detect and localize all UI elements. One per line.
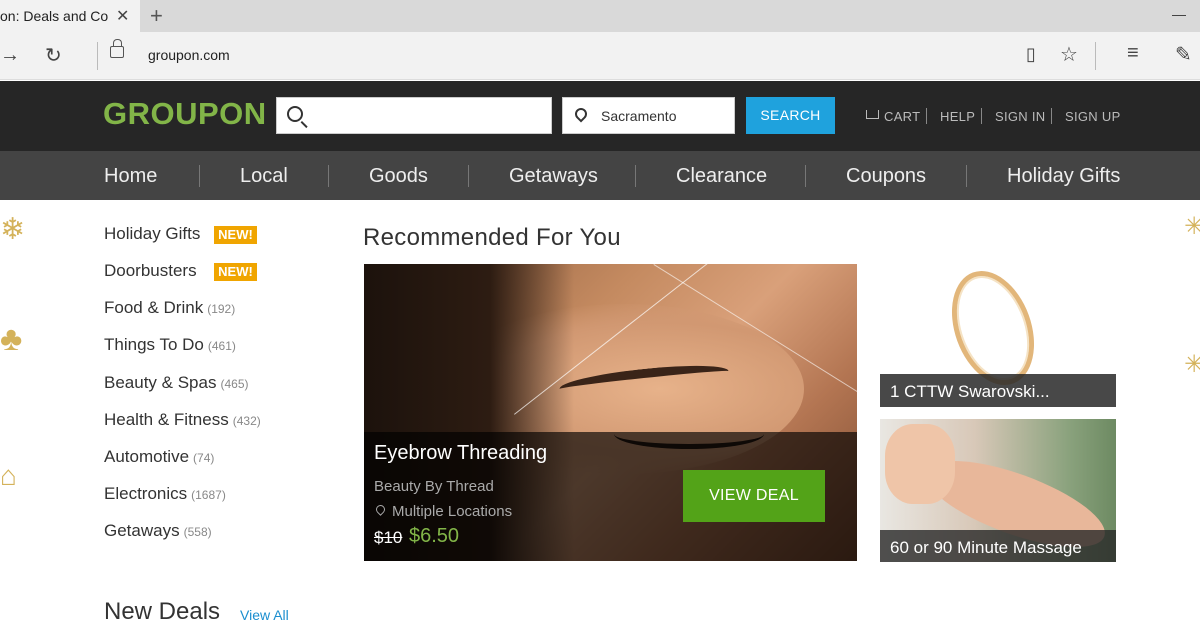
sidebar-item-label: Food & Drink [104, 298, 204, 317]
search-input[interactable] [276, 97, 552, 134]
massage-image [885, 424, 955, 504]
new-badge: NEW! [214, 263, 257, 281]
item-count: (74) [193, 451, 215, 465]
reading-view-icon[interactable]: ▯ [1026, 44, 1036, 65]
search-button[interactable]: SEARCH [746, 97, 835, 134]
deal-card-title[interactable]: 1 CTTW Swarovski... [890, 382, 1050, 402]
sidebar-item-health-fitness[interactable]: Health & Fitness (432) [104, 410, 261, 430]
original-price: $10 [374, 528, 403, 547]
divider [926, 108, 927, 124]
tree-ornament-icon: ♣ [0, 320, 23, 358]
item-count: (558) [183, 525, 212, 539]
tab-title: on: Deals and Cou [0, 8, 108, 24]
nav-coupons[interactable]: Coupons [846, 165, 926, 188]
lock-icon [110, 39, 124, 58]
browser-tab[interactable]: on: Deals and Cou ✕ [0, 0, 140, 32]
sidebar-item-label: Automotive [104, 447, 190, 466]
location-value: Sacramento [601, 108, 677, 124]
refresh-icon[interactable]: ↻ [45, 43, 62, 68]
nav-clearance[interactable]: Clearance [676, 165, 767, 188]
sidebar-item-label: Getaways [104, 521, 180, 540]
sidebar-item-things-to-do[interactable]: Things To Do (461) [104, 335, 236, 355]
sidebar-item-label: Things To Do [104, 335, 204, 354]
star-ornament-icon: ✳ [1184, 351, 1200, 378]
sidebar-item-doorbusters[interactable]: Doorbusters [104, 261, 197, 281]
sidebar-item-food-drink[interactable]: Food & Drink (192) [104, 298, 235, 318]
sign-up-link[interactable]: SIGN UP [1065, 109, 1121, 124]
snowflake-ornament-icon: ❄ [0, 213, 26, 246]
hub-icon[interactable]: ≡ [1127, 42, 1139, 65]
item-count: (1687) [191, 488, 226, 502]
minimize-icon[interactable] [1172, 15, 1186, 16]
item-count: (465) [220, 377, 249, 391]
url-field[interactable]: groupon.com [148, 47, 230, 63]
web-note-icon[interactable]: ✎ [1175, 42, 1192, 67]
location-pin-icon [572, 105, 590, 123]
divider [1095, 42, 1096, 70]
sidebar-item-getaways[interactable]: Getaways (558) [104, 521, 212, 541]
nav-goods[interactable]: Goods [369, 165, 428, 188]
nav-getaways[interactable]: Getaways [509, 165, 598, 188]
item-count: (461) [207, 339, 236, 353]
divider [805, 165, 806, 187]
sidebar-item-label: Beauty & Spas [104, 373, 217, 392]
view-all-link[interactable]: View All [240, 607, 289, 623]
sidebar-item-beauty-spas[interactable]: Beauty & Spas (465) [104, 373, 248, 393]
featured-deal-location: Multiple Locations [392, 503, 513, 520]
close-tab-icon[interactable]: ✕ [116, 6, 129, 26]
divider [468, 165, 469, 187]
sidebar-item-automotive[interactable]: Automotive (74) [104, 447, 214, 467]
gift-ornament-icon: ⌂ [0, 460, 17, 491]
divider [1051, 108, 1052, 124]
tab-strip [0, 0, 1200, 32]
featured-deal-merchant: Beauty By Thread [374, 478, 494, 495]
favorite-star-icon[interactable]: ☆ [1060, 42, 1078, 67]
sidebar-item-label: Health & Fitness [104, 410, 229, 429]
divider [635, 165, 636, 187]
view-deal-button[interactable]: VIEW DEAL [683, 470, 825, 522]
sign-in-link[interactable]: SIGN IN [995, 109, 1046, 124]
item-count: (432) [232, 414, 261, 428]
star-ornament-icon: ✳ [1184, 213, 1200, 240]
cart-icon[interactable] [866, 110, 879, 119]
divider [328, 165, 329, 187]
featured-deal-title[interactable]: Eyebrow Threading [374, 442, 547, 465]
nav-holiday-gifts[interactable]: Holiday Gifts [1007, 165, 1120, 188]
help-link[interactable]: HELP [940, 109, 975, 124]
new-deals-heading: New Deals [104, 598, 221, 625]
divider [97, 42, 98, 70]
new-badge: NEW! [214, 226, 257, 244]
sidebar-item-holiday-gifts[interactable]: Holiday Gifts [104, 224, 200, 244]
deal-card-title[interactable]: 60 or 90 Minute Massage [890, 538, 1082, 558]
divider [981, 108, 982, 124]
divider [966, 165, 967, 187]
search-icon [287, 106, 303, 122]
divider [199, 165, 200, 187]
sidebar-item-electronics[interactable]: Electronics (1687) [104, 484, 226, 504]
nav-home[interactable]: Home [104, 165, 157, 188]
forward-icon[interactable]: → [0, 44, 20, 67]
groupon-logo[interactable]: GROUPON [103, 96, 267, 132]
nav-local[interactable]: Local [240, 165, 288, 188]
cart-link[interactable]: CART [884, 109, 920, 124]
deal-price: $6.50 [409, 525, 460, 547]
sidebar-item-label: Electronics [104, 484, 188, 503]
new-tab-icon[interactable]: + [150, 3, 163, 29]
recommended-heading: Recommended For You [363, 224, 621, 251]
location-input[interactable]: Sacramento [562, 97, 735, 134]
item-count: (192) [207, 302, 236, 316]
